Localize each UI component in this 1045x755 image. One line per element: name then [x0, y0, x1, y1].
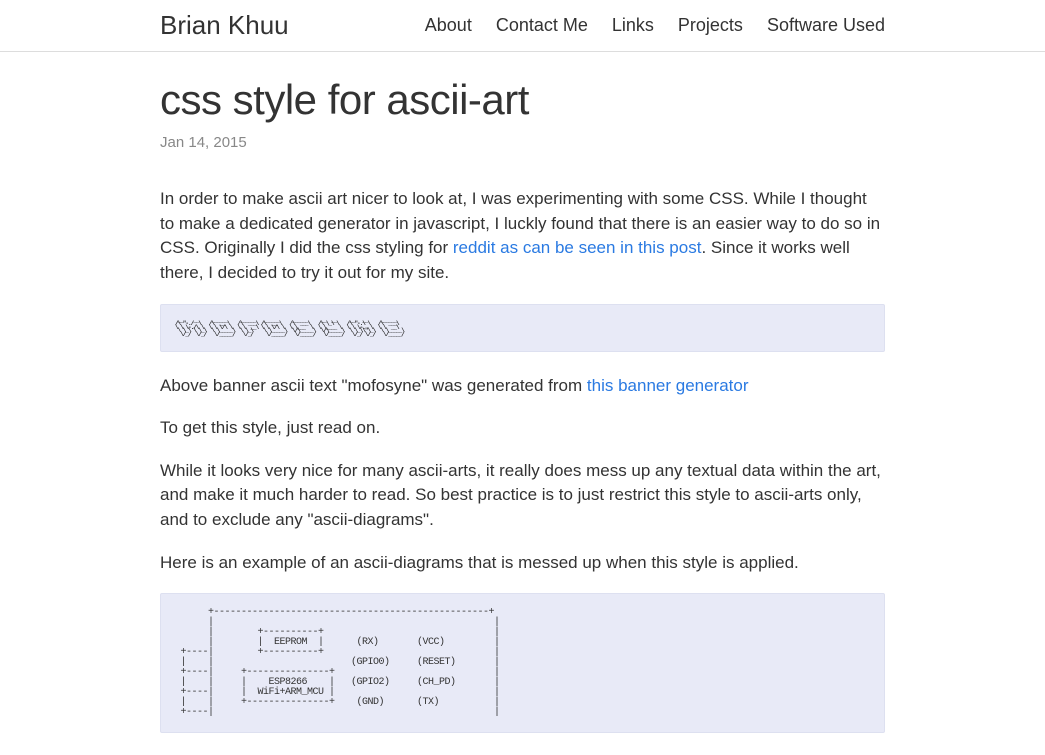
article-date: Jan 14, 2015 [160, 134, 885, 151]
warning-paragraph: While it looks very nice for many ascii-… [160, 459, 885, 533]
intro-paragraph: In order to make ascii art nicer to look… [160, 187, 885, 286]
nav-software-used[interactable]: Software Used [767, 15, 885, 36]
style-note: To get this style, just read on. [160, 416, 885, 441]
diagram-ascii-art: +---------------------------------------… [175, 608, 870, 718]
article-title: css style for ascii-art [160, 76, 885, 124]
header-bar: Brian Khuu About Contact Me Links Projec… [0, 0, 1045, 52]
article-body: css style for ascii-art Jan 14, 2015 In … [150, 76, 895, 733]
nav-contact[interactable]: Contact Me [496, 15, 588, 36]
banner-ascii-box: __ __ ______ ______ ______ ______ __ __ … [160, 304, 885, 352]
diagram-intro: Here is an example of an ascii-diagrams … [160, 551, 885, 576]
nav-about[interactable]: About [425, 15, 472, 36]
nav-projects[interactable]: Projects [678, 15, 743, 36]
main-nav: About Contact Me Links Projects Software… [425, 15, 885, 36]
banner-ascii-art: __ __ ______ ______ ______ ______ __ __ … [175, 319, 870, 337]
banner-caption: Above banner ascii text "mofosyne" was g… [160, 374, 885, 399]
diagram-ascii-box: +---------------------------------------… [160, 593, 885, 733]
banner-caption-text: Above banner ascii text "mofosyne" was g… [160, 376, 587, 395]
banner-generator-link[interactable]: this banner generator [587, 376, 749, 395]
nav-links[interactable]: Links [612, 15, 654, 36]
site-title[interactable]: Brian Khuu [160, 10, 289, 41]
reddit-post-link[interactable]: reddit as can be seen in this post [453, 238, 702, 257]
